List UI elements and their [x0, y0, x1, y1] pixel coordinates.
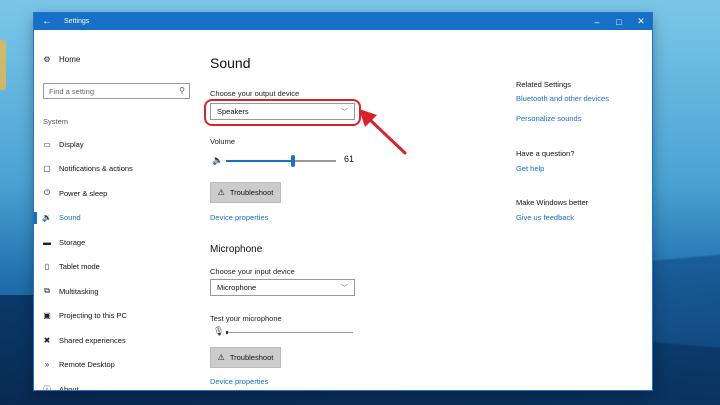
- microphone-icon: 🎙: [213, 326, 225, 336]
- multitask-icon: ⧉: [44, 286, 50, 295]
- minimize-icon: –: [594, 16, 600, 27]
- mic-troubleshoot-label: Troubleshoot: [229, 353, 274, 362]
- sidebar-item-storage[interactable]: ▬ Storage: [34, 234, 194, 250]
- sidebar-item-label: Multitasking: [59, 286, 99, 296]
- back-arrow-icon: ←: [42, 16, 52, 27]
- monitor-icon: ▭: [43, 139, 51, 149]
- settings-window: ← Settings – □ ✕ ⚙ Home Find a setting ⚲…: [34, 13, 652, 390]
- input-device-dropdown[interactable]: Microphone ﹀: [210, 279, 355, 296]
- get-help-link[interactable]: Get help: [516, 164, 544, 173]
- page-title: Sound: [210, 55, 251, 71]
- sidebar-item-display[interactable]: ▭ Display: [34, 136, 194, 152]
- mic-level-indicator: [226, 331, 228, 334]
- test-mic-label: Test your microphone: [210, 314, 282, 323]
- title-bar: ← Settings – □ ✕: [34, 13, 652, 30]
- sidebar-item-notifications-actions[interactable]: ▢ Notifications & actions: [34, 161, 194, 177]
- project-icon: ▣: [43, 311, 51, 320]
- chevron-down-icon: ﹀: [341, 285, 348, 292]
- section-label: System: [43, 117, 69, 126]
- feedback-link[interactable]: Give us feedback: [516, 213, 574, 222]
- volume-slider-thumb[interactable]: [291, 155, 296, 167]
- storage-icon: ▬: [43, 237, 51, 247]
- notification-icon: ▢: [43, 164, 51, 173]
- maximize-icon: □: [616, 16, 622, 27]
- microphone-heading: Microphone: [210, 244, 263, 255]
- search-input[interactable]: Find a setting ⚲: [43, 83, 190, 99]
- volume-slider[interactable]: [226, 155, 336, 167]
- search-placeholder: Find a setting: [49, 86, 95, 96]
- home-label: Home: [59, 55, 81, 64]
- sidebar: ⚙ Home Find a setting ⚲ System ▭ Display ▢…: [34, 30, 194, 390]
- feedback-heading: Make Windows better: [516, 198, 589, 207]
- volume-label: Volume: [210, 137, 236, 146]
- volume-value: 61: [344, 154, 355, 164]
- power-icon: ⏻: [43, 188, 51, 197]
- personalize-sounds-link[interactable]: Personalize sounds: [516, 114, 581, 123]
- maximize-button[interactable]: □: [608, 13, 630, 30]
- sidebar-item-remote-desktop[interactable]: » Remote Desktop: [34, 357, 194, 373]
- sidebar-item-about[interactable]: ⓘ About: [34, 381, 194, 391]
- sidebar-item-sound[interactable]: 🔉 Sound: [34, 210, 194, 226]
- related-heading: Related Settings: [516, 80, 572, 89]
- sidebar-item-label: Remote Desktop: [59, 360, 115, 369]
- volume-slider-fill: [226, 160, 294, 162]
- sidebar-item-label: Display: [59, 139, 84, 149]
- sidebar-item-multitasking[interactable]: ⧉ Multitasking: [34, 283, 194, 299]
- sidebar-item-label: Tablet mode: [59, 262, 100, 271]
- search-icon[interactable]: ⚲: [179, 86, 185, 95]
- input-device-value: Microphone: [217, 283, 257, 292]
- tablet-icon: ▯: [44, 262, 50, 271]
- remote-icon: »: [44, 360, 50, 369]
- warning-icon: ⚠: [217, 353, 225, 362]
- sidebar-item-label: About: [59, 384, 79, 391]
- troubleshoot-button[interactable]: ⚠ Troubleshoot: [210, 182, 281, 203]
- sidebar-item-label: Projecting to this PC: [59, 311, 127, 320]
- sidebar-item-power-sleep[interactable]: ⏻ Power & sleep: [34, 185, 194, 201]
- sidebar-item-label: Storage: [59, 237, 86, 247]
- warning-icon: ⚠: [217, 188, 225, 197]
- speaker-icon: 🔉: [42, 213, 52, 222]
- sidebar-item-label: Sound: [59, 213, 81, 222]
- sidebar-item-label: Notifications & actions: [59, 164, 133, 173]
- speaker-icon[interactable]: 🔈: [212, 155, 223, 166]
- desktop-icon: [0, 40, 6, 90]
- sidebar-item-projecting-to-this-pc[interactable]: ▣ Projecting to this PC: [34, 308, 194, 324]
- gear-icon: ⚙: [43, 55, 51, 64]
- home-nav[interactable]: ⚙ Home: [42, 55, 80, 64]
- question-heading: Have a question?: [516, 149, 575, 158]
- shared-icon: ✖: [43, 335, 51, 345]
- mic-device-properties-link[interactable]: Device properties: [210, 377, 268, 386]
- output-device-label: Choose your output device: [210, 89, 300, 98]
- main-content: Sound Choose your output device Speakers…: [204, 30, 510, 390]
- mic-troubleshoot-button[interactable]: ⚠ Troubleshoot: [210, 347, 281, 368]
- input-device-label: Choose your input device: [210, 267, 295, 276]
- sidebar-item-label: Shared experiences: [59, 335, 126, 345]
- sidebar-item-tablet-mode[interactable]: ▯ Tablet mode: [34, 259, 194, 275]
- bluetooth-link[interactable]: Bluetooth and other devices: [516, 94, 609, 103]
- close-button[interactable]: ✕: [630, 13, 652, 30]
- window-title: Settings: [64, 18, 90, 25]
- sidebar-item-label: Power & sleep: [59, 188, 108, 198]
- back-button[interactable]: ←: [34, 13, 60, 30]
- sidebar-item-shared-experiences[interactable]: ✖ Shared experiences: [34, 332, 194, 348]
- device-properties-link[interactable]: Device properties: [210, 213, 268, 222]
- minimize-button[interactable]: –: [586, 13, 608, 30]
- info-icon: ⓘ: [43, 384, 51, 391]
- troubleshoot-label: Troubleshoot: [229, 188, 274, 197]
- mic-level-meter: [226, 331, 353, 334]
- close-icon: ✕: [637, 16, 645, 26]
- annotation-arrow-icon: [359, 109, 407, 155]
- annotation-highlight: [204, 99, 361, 126]
